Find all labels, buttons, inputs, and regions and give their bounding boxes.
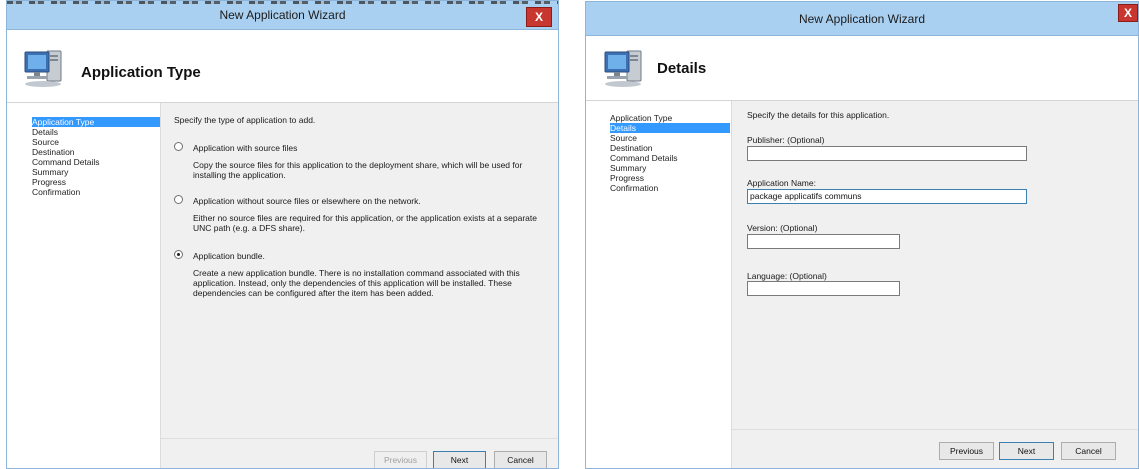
publisher-label: Publisher: (Optional)	[747, 135, 825, 145]
step-list: Application Type Details Source Destinat…	[7, 103, 160, 468]
footer-divider	[732, 429, 1138, 430]
page-title: Details	[657, 60, 707, 77]
step-source[interactable]: Source	[610, 133, 730, 143]
wizard-header: Application Type	[7, 30, 558, 103]
step-application-type[interactable]: Application Type	[610, 113, 730, 123]
step-progress[interactable]: Progress	[32, 177, 160, 187]
cancel-button[interactable]: Cancel	[494, 451, 547, 468]
application-name-label: Application Name:	[747, 178, 816, 188]
content-panel: Specify the details for this application…	[731, 101, 1138, 468]
step-command-details[interactable]: Command Details	[32, 157, 160, 167]
computer-icon	[24, 50, 62, 87]
footer-divider	[161, 438, 558, 439]
step-application-type[interactable]: Application Type	[32, 117, 160, 127]
previous-button[interactable]: Previous	[374, 451, 427, 468]
step-destination[interactable]: Destination	[32, 147, 160, 157]
wizard-window-details: New Application Wizard X Details Applica…	[585, 1, 1139, 469]
next-button[interactable]: Next	[433, 451, 486, 468]
option-description: Copy the source files for this applicati…	[193, 160, 523, 180]
version-field[interactable]	[747, 234, 900, 249]
radio-application-bundle[interactable]	[174, 250, 183, 259]
language-field[interactable]	[747, 281, 900, 296]
option-description: Either no source files are required for …	[193, 213, 537, 233]
title-bar-noise	[7, 1, 558, 4]
wizard-header: Details	[586, 36, 1138, 101]
previous-button[interactable]: Previous	[939, 442, 994, 460]
application-name-field[interactable]: package applicatifs communs	[747, 189, 1027, 204]
step-details[interactable]: Details	[610, 123, 730, 133]
content-panel: Specify the type of application to add. …	[160, 103, 558, 468]
option-description: Create a new application bundle. There i…	[193, 268, 520, 298]
option-label[interactable]: Application bundle.	[193, 251, 265, 261]
step-destination[interactable]: Destination	[610, 143, 730, 153]
option-label[interactable]: Application with source files	[193, 143, 297, 153]
step-confirmation[interactable]: Confirmation	[32, 187, 160, 197]
step-summary[interactable]: Summary	[610, 163, 730, 173]
language-label: Language: (Optional)	[747, 271, 827, 281]
computer-icon	[604, 50, 642, 87]
title-bar[interactable]: New Application Wizard X	[7, 1, 558, 30]
step-command-details[interactable]: Command Details	[610, 153, 730, 163]
cancel-button[interactable]: Cancel	[1061, 442, 1116, 460]
step-list: Application Type Details Source Destinat…	[586, 101, 739, 468]
version-label: Version: (Optional)	[747, 223, 818, 233]
step-progress[interactable]: Progress	[610, 173, 730, 183]
step-details[interactable]: Details	[32, 127, 160, 137]
window-title: New Application Wizard	[798, 12, 926, 26]
window-title: New Application Wizard	[219, 8, 346, 22]
intro-text: Specify the details for this application…	[747, 110, 890, 120]
publisher-field[interactable]	[747, 146, 1027, 161]
step-confirmation[interactable]: Confirmation	[610, 183, 730, 193]
title-bar[interactable]: New Application Wizard X	[586, 2, 1138, 36]
intro-text: Specify the type of application to add.	[174, 115, 316, 125]
close-button[interactable]: X	[1118, 4, 1138, 22]
radio-without-source-files[interactable]	[174, 195, 183, 204]
option-label[interactable]: Application without source files or else…	[193, 196, 421, 206]
close-button[interactable]: X	[526, 7, 552, 27]
wizard-window-application-type: New Application Wizard X Application Typ…	[6, 0, 559, 469]
next-button[interactable]: Next	[999, 442, 1054, 460]
radio-with-source-files[interactable]	[174, 142, 183, 151]
step-source[interactable]: Source	[32, 137, 160, 147]
step-summary[interactable]: Summary	[32, 167, 160, 177]
page-title: Application Type	[81, 64, 201, 81]
